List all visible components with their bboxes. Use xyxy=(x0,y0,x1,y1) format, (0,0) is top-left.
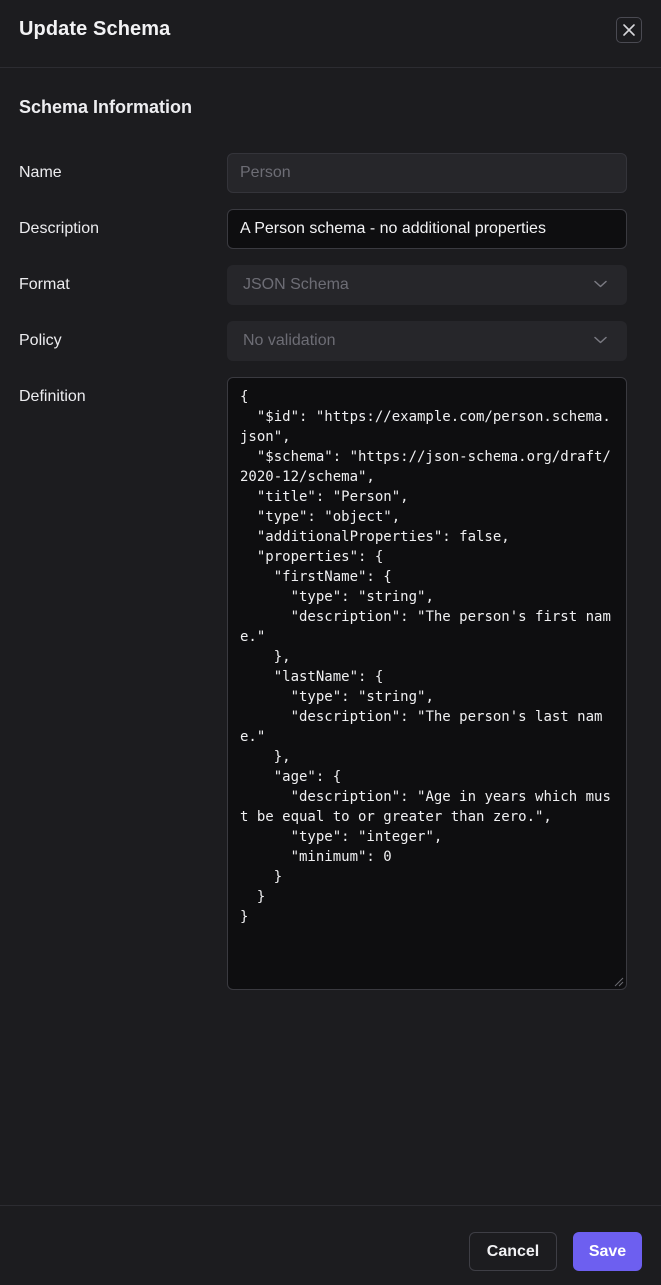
format-label: Format xyxy=(19,276,70,293)
name-field: Person xyxy=(227,153,627,193)
chevron-down-icon xyxy=(594,336,607,344)
definition-textarea[interactable]: { "$id": "https://example.com/person.sch… xyxy=(227,377,627,990)
format-value: JSON Schema xyxy=(243,276,349,293)
format-select: JSON Schema xyxy=(227,265,627,305)
dialog-title: Update Schema xyxy=(19,18,171,40)
section-title: Schema Information xyxy=(19,97,193,117)
description-value: A Person schema - no additional properti… xyxy=(240,220,546,237)
dialog-header: Update Schema xyxy=(0,0,661,68)
dialog-footer: Cancel Save xyxy=(0,1205,661,1285)
name-label: Name xyxy=(19,164,62,181)
definition-label: Definition xyxy=(19,388,86,405)
resize-handle-icon[interactable] xyxy=(612,975,624,987)
policy-select: No validation xyxy=(227,321,627,361)
policy-label: Policy xyxy=(19,332,62,349)
chevron-down-icon xyxy=(594,280,607,288)
description-label: Description xyxy=(19,220,100,237)
save-button[interactable]: Save xyxy=(573,1232,642,1271)
name-value: Person xyxy=(240,164,291,181)
close-button[interactable] xyxy=(616,17,642,43)
close-icon xyxy=(623,24,635,36)
description-field[interactable]: A Person schema - no additional properti… xyxy=(227,209,627,249)
cancel-button[interactable]: Cancel xyxy=(469,1232,557,1271)
policy-value: No validation xyxy=(243,332,336,349)
update-schema-dialog: Update Schema Schema Information Name Pe… xyxy=(0,0,661,1285)
